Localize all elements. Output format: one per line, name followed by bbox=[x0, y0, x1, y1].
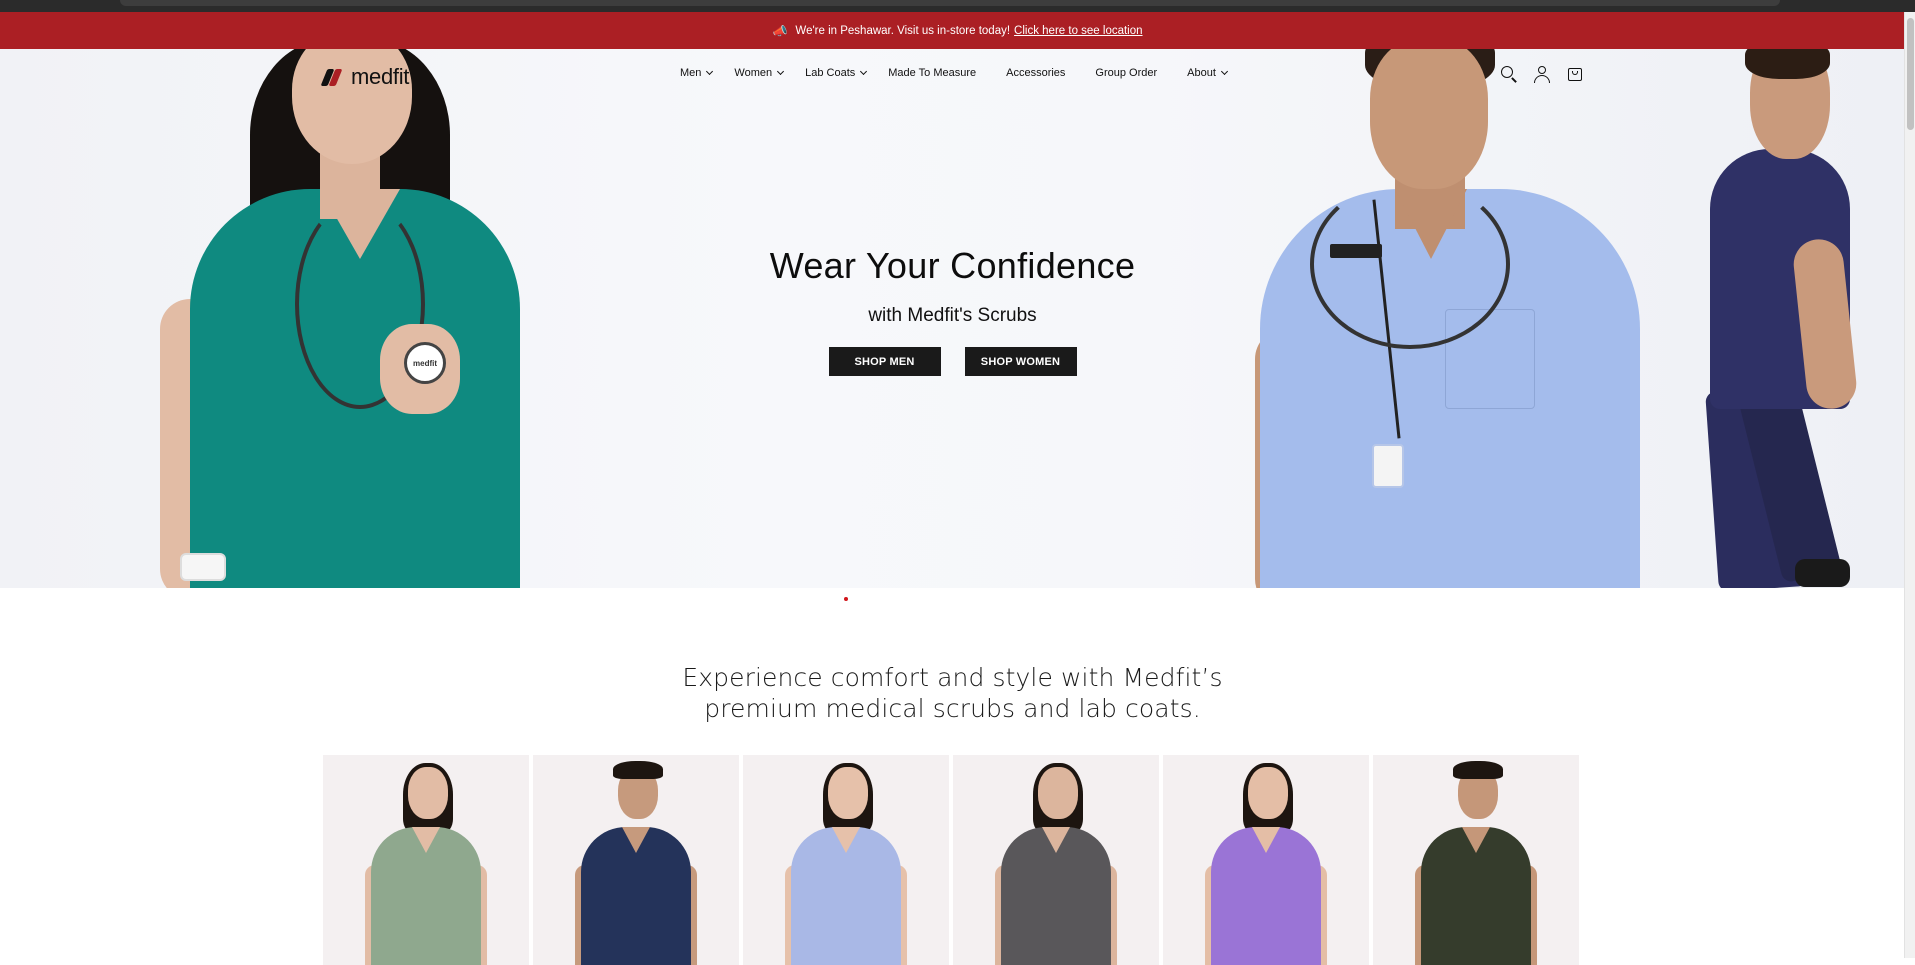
announcement-bar: 📣 We're in Peshawar. Visit us in-store t… bbox=[0, 12, 1915, 49]
carousel-dot-active[interactable] bbox=[844, 597, 848, 601]
header-icons bbox=[1500, 65, 1584, 83]
nav-label: Lab Coats bbox=[805, 67, 856, 79]
stethoscope-graphic-2 bbox=[1310, 179, 1510, 349]
model-vneck bbox=[1252, 827, 1280, 853]
model-vneck bbox=[412, 827, 440, 853]
hero-title: Wear Your Confidence bbox=[769, 245, 1136, 286]
model-vneck bbox=[832, 827, 860, 853]
nav-item-men[interactable]: Men bbox=[680, 67, 714, 79]
model-face bbox=[828, 767, 868, 819]
nav-label: Accessories bbox=[1006, 67, 1066, 79]
product-card[interactable] bbox=[743, 755, 949, 965]
id-card-graphic bbox=[1372, 444, 1404, 488]
shop-men-button[interactable]: SHOP MEN bbox=[828, 347, 941, 376]
nav-item-lab-coats[interactable]: Lab Coats bbox=[805, 67, 868, 79]
chevron-down-icon bbox=[706, 67, 714, 76]
logo-mark-icon bbox=[320, 68, 348, 86]
watch-graphic bbox=[180, 553, 226, 581]
model-face bbox=[408, 767, 448, 819]
chevron-down-icon bbox=[860, 67, 868, 76]
intro-text: Experience comfort and style with Medfit… bbox=[560, 662, 1345, 724]
chevron-down-icon bbox=[777, 67, 785, 76]
model-hair bbox=[613, 761, 663, 779]
model-hair bbox=[1453, 761, 1503, 779]
nav-item-group-order[interactable]: Group Order bbox=[1095, 67, 1157, 79]
product-card[interactable] bbox=[533, 755, 739, 965]
scrollbar[interactable] bbox=[1904, 12, 1915, 958]
nav-item-accessories[interactable]: Accessories bbox=[1006, 67, 1065, 79]
product-card[interactable] bbox=[953, 755, 1159, 965]
logo-text: medfit bbox=[351, 64, 410, 89]
product-card[interactable] bbox=[1163, 755, 1369, 965]
site-header: medfit Men Women Lab Coats Made To Measu… bbox=[0, 49, 1904, 99]
megaphone-icon: 📣 bbox=[772, 23, 788, 38]
model-face bbox=[1038, 767, 1078, 819]
intro-line-2: premium medical scrubs and lab coats. bbox=[704, 694, 1201, 723]
cart-icon[interactable] bbox=[1566, 65, 1584, 83]
nav-label: About bbox=[1187, 67, 1216, 79]
nav-item-women[interactable]: Women bbox=[734, 67, 785, 79]
main-nav: Men Women Lab Coats Made To Measure Acce… bbox=[680, 67, 1228, 79]
intro-line-1: Experience comfort and style with Medfit… bbox=[682, 663, 1223, 692]
nav-label: Men bbox=[680, 67, 702, 79]
product-card[interactable] bbox=[323, 755, 529, 965]
nav-label: Group Order bbox=[1095, 67, 1158, 79]
nav-label: Made To Measure bbox=[888, 67, 977, 79]
model-vneck bbox=[1462, 827, 1490, 853]
hero-buttons: SHOP MEN SHOP WOMEN bbox=[690, 347, 1215, 376]
browser-top-strip bbox=[0, 0, 1915, 12]
account-icon[interactable] bbox=[1533, 65, 1551, 83]
hero-banner: medfit Wear Your Confidence with Medfit'… bbox=[0, 49, 1904, 588]
nav-item-about[interactable]: About bbox=[1187, 67, 1228, 79]
product-card[interactable] bbox=[1373, 755, 1579, 965]
hero-subtitle: with Medfit's Scrubs bbox=[868, 305, 1037, 326]
nav-label: Women bbox=[734, 67, 773, 79]
product-grid bbox=[323, 755, 1579, 965]
scrollbar-thumb[interactable] bbox=[1907, 18, 1914, 130]
hero-content: Wear Your Confidence with Medfit's Scrub… bbox=[690, 245, 1215, 376]
chevron-down-icon bbox=[1220, 67, 1228, 76]
medfit-logo[interactable]: medfit bbox=[320, 64, 410, 90]
location-link[interactable]: Click here to see location bbox=[1014, 25, 1142, 37]
shoe-graphic bbox=[1795, 559, 1850, 587]
nav-item-made-to-measure[interactable]: Made To Measure bbox=[888, 67, 976, 79]
search-icon[interactable] bbox=[1500, 65, 1518, 83]
model-vneck bbox=[622, 827, 650, 853]
announcement-text: We're in Peshawar. Visit us in-store tod… bbox=[795, 24, 1011, 37]
shop-women-button[interactable]: SHOP WOMEN bbox=[964, 347, 1077, 376]
model-face bbox=[1248, 767, 1288, 819]
stethoscope-badge: medfit bbox=[404, 342, 446, 384]
badge-text: medfit bbox=[413, 358, 437, 368]
browser-tab-strip bbox=[120, 0, 1780, 6]
model-vneck bbox=[1042, 827, 1070, 853]
